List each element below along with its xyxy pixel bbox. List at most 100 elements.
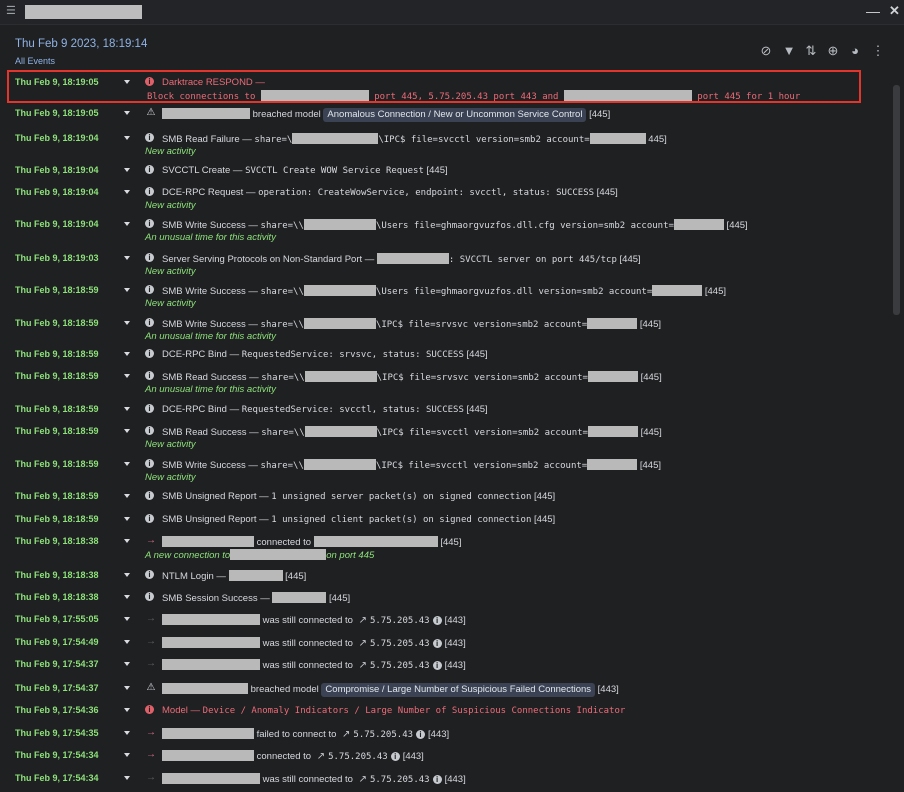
event-row[interactable]: Thu Feb 9, 18:18:59 i DCE-RPC Bind — Reque… xyxy=(0,404,892,426)
expand-caret-icon[interactable] xyxy=(124,352,130,356)
event-row[interactable]: Thu Feb 9, 18:18:59 i SMB Write Success — … xyxy=(0,285,892,318)
expand-caret-icon[interactable] xyxy=(124,776,130,780)
ip-address[interactable]: 5.75.205.43 xyxy=(370,616,430,626)
event-row[interactable]: Thu Feb 9, 18:19:04 i SMB Read Failure — s… xyxy=(0,133,892,165)
info-icon[interactable]: i xyxy=(432,775,442,784)
list-menu-icon[interactable]: ☰ xyxy=(6,5,18,17)
external-link-icon[interactable]: ↗ xyxy=(317,751,325,762)
scrollbar[interactable] xyxy=(893,85,900,315)
info-icon[interactable]: i xyxy=(145,570,154,579)
event-row[interactable]: Thu Feb 9, 18:18:38 i SMB Session Success … xyxy=(0,592,892,614)
filter-sort-icon[interactable]: ⇅ xyxy=(803,43,819,59)
filter-off-icon[interactable]: ⊘ xyxy=(758,43,774,59)
event-row[interactable]: Thu Feb 9, 17:54:35 → failed to connect t… xyxy=(0,727,892,750)
info-icon[interactable]: i xyxy=(145,253,154,262)
ip-address[interactable]: 5.75.205.43 xyxy=(370,639,430,649)
model-name-badge[interactable]: Compromise / Large Number of Suspicious … xyxy=(321,683,596,697)
info-icon[interactable]: i xyxy=(145,426,154,435)
info-icon[interactable]: i xyxy=(145,219,154,228)
info-icon[interactable]: i xyxy=(145,318,154,327)
event-row[interactable]: Thu Feb 9, 18:19:04 i SMB Write Success — … xyxy=(0,219,892,253)
event-row[interactable]: Thu Feb 9, 18:18:59 i SMB Unsigned Report … xyxy=(0,491,892,514)
event-row[interactable]: Thu Feb 9, 17:54:37 → was still connected… xyxy=(0,658,892,683)
expand-caret-icon[interactable] xyxy=(124,321,130,325)
expand-caret-icon[interactable] xyxy=(124,136,130,140)
expand-caret-icon[interactable] xyxy=(124,539,130,543)
expand-caret-icon[interactable] xyxy=(124,190,130,194)
expand-caret-icon[interactable] xyxy=(124,222,130,226)
palette-icon[interactable]: ◕ xyxy=(847,43,863,59)
event-row[interactable]: Thu Feb 9, 18:18:59 i SMB Read Success — s… xyxy=(0,371,892,404)
more-icon[interactable]: ⋮ xyxy=(870,43,886,59)
expand-caret-icon[interactable] xyxy=(124,617,130,621)
info-icon[interactable]: i xyxy=(145,491,154,500)
close-icon[interactable]: ✕ xyxy=(889,3,900,19)
external-link-icon[interactable]: ↗ xyxy=(359,660,367,671)
external-link-icon[interactable]: ↗ xyxy=(359,638,367,649)
event-row[interactable]: Thu Feb 9, 18:18:59 i SMB Write Success — … xyxy=(0,459,892,491)
event-row[interactable]: Thu Feb 9, 18:18:38 i NTLM Login — [445] xyxy=(0,570,892,592)
expand-caret-icon[interactable] xyxy=(124,573,130,577)
info-icon[interactable]: i xyxy=(145,133,154,142)
info-icon[interactable]: i xyxy=(145,371,154,380)
ip-address[interactable]: 5.75.205.43 xyxy=(370,661,430,671)
expand-caret-icon[interactable] xyxy=(124,494,130,498)
expand-caret-icon[interactable] xyxy=(124,288,130,292)
expand-caret-icon[interactable] xyxy=(124,462,130,466)
expand-caret-icon[interactable] xyxy=(124,407,130,411)
header-subtitle[interactable]: All Events xyxy=(15,56,55,66)
info-icon[interactable]: i xyxy=(145,165,154,174)
event-row[interactable]: Thu Feb 9, 18:19:04 i SVCCTL Create — SVCC… xyxy=(0,165,892,187)
expand-caret-icon[interactable] xyxy=(124,708,130,712)
event-row[interactable]: Thu Feb 9, 18:18:38 → connected to [445] A… xyxy=(0,535,892,570)
info-icon[interactable]: i xyxy=(145,514,154,523)
info-icon[interactable]: i xyxy=(145,459,154,468)
event-row[interactable]: Thu Feb 9, 18:18:59 i SMB Write Success — … xyxy=(0,318,892,349)
event-row[interactable]: Thu Feb 9, 17:54:34 → was still connected… xyxy=(0,772,892,792)
event-row[interactable]: Thu Feb 9, 18:19:03 i Server Serving Proto… xyxy=(0,253,892,285)
event-row[interactable]: Thu Feb 9, 18:19:04 i DCE-RPC Request — op… xyxy=(0,187,892,219)
event-row[interactable]: Thu Feb 9, 18:18:59 i SMB Unsigned Report … xyxy=(0,514,892,536)
event-row[interactable]: Thu Feb 9, 18:19:05 ⚠ breached model Anom… xyxy=(0,107,892,133)
expand-caret-icon[interactable] xyxy=(124,753,130,757)
expand-caret-icon[interactable] xyxy=(124,374,130,378)
model-name-badge[interactable]: Anomalous Connection / New or Uncommon S… xyxy=(323,108,587,122)
event-row[interactable]: Thu Feb 9, 17:54:49 → was still connected… xyxy=(0,636,892,659)
info-icon[interactable]: i xyxy=(432,639,442,648)
event-row[interactable]: Thu Feb 9, 18:18:59 i SMB Read Success — s… xyxy=(0,426,892,459)
event-row[interactable]: Thu Feb 9, 17:54:34 → connected to ↗ 5.75.… xyxy=(0,749,892,773)
external-link-icon[interactable]: ↗ xyxy=(342,729,350,740)
event-row[interactable]: Thu Feb 9, 17:55:05 → was still connected… xyxy=(0,613,892,637)
info-icon[interactable]: i xyxy=(145,705,154,714)
expand-caret-icon[interactable] xyxy=(124,662,130,666)
info-icon[interactable]: i xyxy=(432,661,442,670)
expand-caret-icon[interactable] xyxy=(124,640,130,644)
minimize-icon[interactable]: — xyxy=(866,3,880,19)
event-row[interactable]: Thu Feb 9, 17:54:37 ⚠ breached model Comp… xyxy=(0,682,892,705)
ip-address[interactable]: 5.75.205.43 xyxy=(328,752,388,762)
expand-caret-icon[interactable] xyxy=(124,429,130,433)
expand-caret-icon[interactable] xyxy=(124,686,130,690)
ip-address[interactable]: 5.75.205.43 xyxy=(370,775,430,785)
expand-caret-icon[interactable] xyxy=(124,168,130,172)
event-row[interactable]: Thu Feb 9, 17:54:36 i Model — Device / Ano… xyxy=(0,705,892,728)
info-icon[interactable]: i xyxy=(145,349,154,358)
expand-caret-icon[interactable] xyxy=(124,595,130,599)
info-icon[interactable]: i xyxy=(416,730,426,739)
info-icon[interactable]: i xyxy=(432,616,442,625)
expand-caret-icon[interactable] xyxy=(124,517,130,521)
expand-caret-icon[interactable] xyxy=(124,731,130,735)
external-link-icon[interactable]: ↗ xyxy=(359,615,367,626)
info-icon[interactable]: i xyxy=(145,592,154,601)
expand-caret-icon[interactable] xyxy=(124,111,130,115)
info-icon[interactable]: i xyxy=(145,404,154,413)
ip-address[interactable]: 5.75.205.43 xyxy=(353,730,413,740)
filter-icon[interactable]: ▼ xyxy=(781,43,797,59)
expand-caret-icon[interactable] xyxy=(124,256,130,260)
filter-add-icon[interactable]: ⊕ xyxy=(825,43,841,59)
info-icon[interactable]: i xyxy=(145,187,154,196)
event-row[interactable]: Thu Feb 9, 18:18:59 i DCE-RPC Bind — Reque… xyxy=(0,349,892,371)
info-icon[interactable]: i xyxy=(145,285,154,294)
external-link-icon[interactable]: ↗ xyxy=(359,774,367,785)
info-icon[interactable]: i xyxy=(390,752,400,761)
